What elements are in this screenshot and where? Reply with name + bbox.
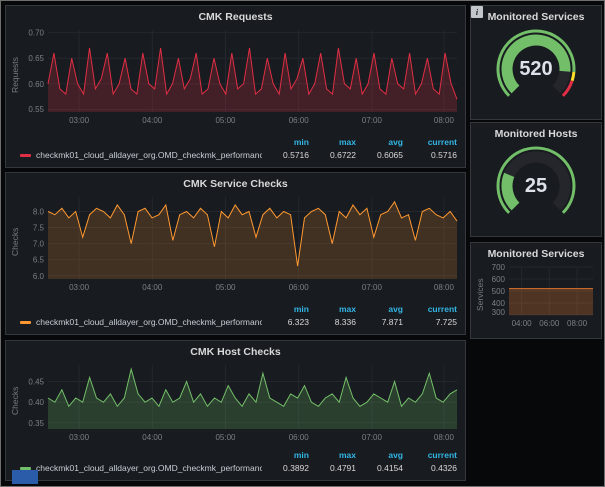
legend: min max avg current checkmk01_cloud_alld… — [10, 303, 461, 330]
svg-text:0.35: 0.35 — [28, 419, 44, 428]
stat-current: 0.4326 — [431, 463, 457, 473]
stat-avg: 0.4154 — [377, 463, 403, 473]
svg-text:04:00: 04:00 — [142, 116, 163, 125]
stat-min: 0.3892 — [283, 463, 309, 473]
svg-text:07:00: 07:00 — [362, 116, 383, 125]
y-axis-label: Checks — [10, 386, 20, 416]
svg-text:08:00: 08:00 — [434, 283, 455, 292]
svg-text:05:00: 05:00 — [215, 433, 236, 442]
svg-text:04:00: 04:00 — [142, 283, 163, 292]
stat-min: 6.323 — [287, 317, 309, 327]
svg-text:7.0: 7.0 — [33, 240, 45, 249]
legend: min max avg current checkmk01_cloud_alld… — [10, 449, 461, 476]
panel-cmk-requests: CMK Requests Requests 0.55 0.60 0.65 0.70 03… — [5, 5, 466, 168]
svg-text:08:00: 08:00 — [434, 433, 455, 442]
svg-text:06:00: 06:00 — [289, 433, 310, 442]
svg-text:0.70: 0.70 — [28, 29, 44, 38]
series-label[interactable]: checkmk01_cloud_alldayer_org.OMD_checkmk… — [36, 316, 262, 329]
svg-text:7.5: 7.5 — [33, 224, 45, 233]
series-label[interactable]: checkmk01_cloud_alldayer_org.OMD_checkmk… — [36, 149, 262, 162]
svg-text:04:00: 04:00 — [142, 433, 163, 442]
svg-text:05:00: 05:00 — [215, 283, 236, 292]
svg-text:03:00: 03:00 — [69, 433, 90, 442]
legend-header-min[interactable]: min — [264, 136, 309, 149]
panel-monitored-hosts-gauge: Monitored Hosts 25 — [470, 122, 602, 237]
cmk-host-checks-chart[interactable]: 0.35 0.40 0.45 03:00 04:00 05:00 06:00 07:00 08:… — [22, 360, 461, 442]
cmk-requests-chart[interactable]: 0.55 0.60 0.65 0.70 03:00 04:00 05:00 06:00 07:0… — [22, 25, 461, 125]
legend-header-avg[interactable]: avg — [358, 449, 403, 462]
panel-title-cmk-service-checks[interactable]: CMK Service Checks — [10, 177, 461, 192]
panel-monitored-services-gauge: i Monitored Services 520 — [470, 5, 602, 120]
stat-avg: 7.871 — [381, 317, 403, 327]
svg-text:0.40: 0.40 — [28, 398, 44, 407]
stat-current: 0.5716 — [431, 150, 457, 160]
svg-text:0.65: 0.65 — [28, 54, 44, 63]
gauge-value: 520 — [519, 58, 553, 80]
svg-text:700: 700 — [492, 263, 506, 272]
stat-max: 0.6722 — [330, 150, 356, 160]
panel-info-icon[interactable]: i — [471, 6, 483, 18]
gauge-value: 25 — [524, 175, 548, 197]
svg-text:500: 500 — [492, 287, 506, 296]
svg-text:03:00: 03:00 — [69, 116, 90, 125]
y-axis-label: Requests — [10, 57, 20, 93]
legend-header-max[interactable]: max — [311, 303, 356, 316]
svg-text:600: 600 — [492, 275, 506, 284]
svg-text:03:00: 03:00 — [69, 283, 90, 292]
legend-header-current[interactable]: current — [405, 136, 457, 149]
panel-title-cmk-host-checks[interactable]: CMK Host Checks — [10, 345, 461, 360]
svg-text:400: 400 — [492, 299, 506, 308]
series-color-marker — [19, 154, 31, 157]
y-axis-label: Checks — [10, 227, 20, 257]
svg-text:300: 300 — [492, 308, 506, 317]
legend-header-min[interactable]: min — [264, 449, 309, 462]
svg-text:8.0: 8.0 — [33, 207, 45, 216]
svg-text:0.45: 0.45 — [28, 378, 44, 387]
cmk-service-checks-chart[interactable]: 6.0 6.5 7.0 7.5 8.0 03:00 04:00 05:00 06:00 07:00… — [22, 192, 461, 292]
svg-text:0.55: 0.55 — [28, 105, 44, 114]
panel-cmk-host-checks: CMK Host Checks Checks 0.35 0.40 0.45 03:00… — [5, 340, 466, 481]
svg-text:6.5: 6.5 — [33, 256, 45, 265]
legend: min max avg current checkmk01_cloud_alld… — [10, 136, 461, 163]
svg-text:6.0: 6.0 — [33, 272, 45, 281]
stat-current: 7.725 — [435, 317, 457, 327]
svg-text:06:00: 06:00 — [289, 283, 310, 292]
y-axis-label: Services — [475, 278, 485, 312]
panel-cmk-service-checks: CMK Service Checks Checks 6.0 6.5 7.0 7.5 8.… — [5, 172, 466, 335]
legend-header-avg[interactable]: avg — [358, 136, 403, 149]
svg-text:04:00: 04:00 — [512, 319, 533, 328]
stat-min: 0.5716 — [283, 150, 309, 160]
legend-header-max[interactable]: max — [311, 136, 356, 149]
stat-max: 0.4791 — [330, 463, 356, 473]
panel-title-monitored-services-trend[interactable]: Monitored Services — [475, 247, 597, 262]
svg-text:0.60: 0.60 — [28, 80, 44, 89]
svg-text:06:00: 06:00 — [289, 116, 310, 125]
series-label[interactable]: checkmk01_cloud_alldayer_org.OMD_checkmk… — [36, 462, 262, 475]
panel-title-cmk-requests[interactable]: CMK Requests — [10, 10, 461, 25]
svg-text:07:00: 07:00 — [362, 433, 383, 442]
legend-header-current[interactable]: current — [405, 449, 457, 462]
panel-monitored-services-trend: Monitored Services Services 300 400 500 600… — [470, 242, 602, 339]
blue-accent-badge — [12, 470, 38, 484]
svg-text:07:00: 07:00 — [362, 283, 383, 292]
legend-header-avg[interactable]: avg — [358, 303, 403, 316]
panel-title-monitored-hosts[interactable]: Monitored Hosts — [475, 127, 597, 142]
svg-text:08:00: 08:00 — [567, 319, 588, 328]
monitored-services-trend-chart[interactable]: 300400 500 600 700 04:00 06:00 08:00 — [487, 262, 597, 328]
svg-text:06:00: 06:00 — [539, 319, 560, 328]
stat-max: 8.336 — [334, 317, 356, 327]
grafana-dashboard: CMK Requests Requests 0.55 0.60 0.65 0.70 03… — [0, 0, 605, 487]
legend-header-max[interactable]: max — [311, 449, 356, 462]
legend-header-min[interactable]: min — [264, 303, 309, 316]
series-color-marker — [19, 321, 31, 324]
legend-header-current[interactable]: current — [405, 303, 457, 316]
panel-title-monitored-services[interactable]: Monitored Services — [475, 10, 597, 25]
svg-text:08:00: 08:00 — [434, 116, 455, 125]
svg-text:05:00: 05:00 — [215, 116, 236, 125]
stat-avg: 0.6065 — [377, 150, 403, 160]
